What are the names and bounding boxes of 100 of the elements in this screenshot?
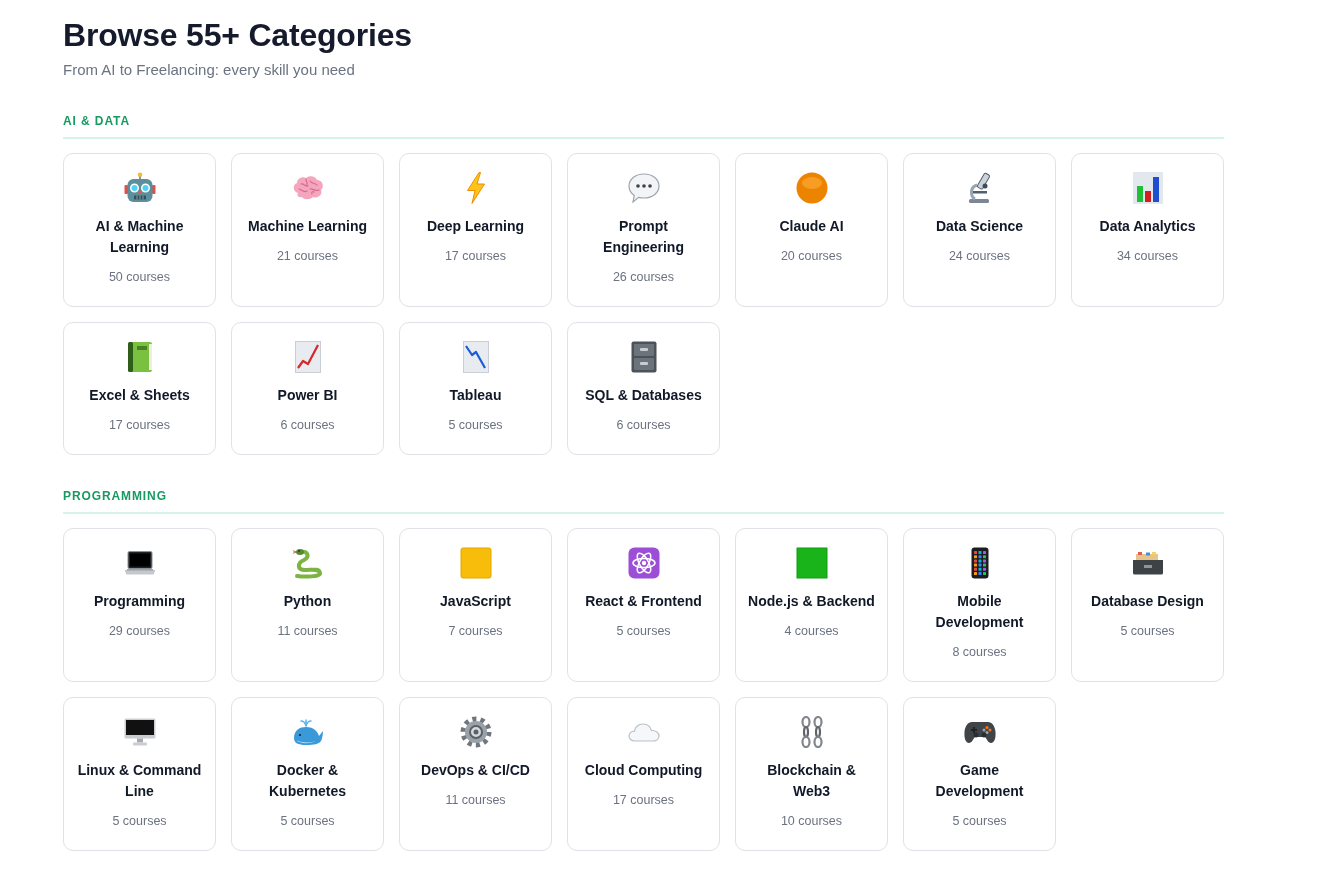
category-title: Tableau — [449, 386, 502, 405]
course-count: 5 courses — [1120, 623, 1175, 640]
course-count: 8 courses — [952, 644, 1007, 661]
snake-icon — [291, 547, 324, 579]
category-title: Data Science — [935, 217, 1024, 236]
square-icon — [795, 547, 828, 579]
category-card[interactable]: React & Frontend 5 courses — [567, 528, 720, 682]
category-title: Deep Learning — [426, 217, 525, 236]
section-heading: PROGRAMMING — [63, 488, 167, 504]
category-title: Data Analytics — [1099, 217, 1196, 236]
category-title: Excel & Sheets — [89, 386, 190, 405]
cloud-icon — [627, 722, 660, 742]
laptop-icon — [123, 551, 156, 575]
category-card[interactable]: AI & Machine Learning 50 courses — [63, 153, 216, 307]
microscope-icon — [966, 172, 993, 204]
category-title: Mobile Development — [934, 592, 1025, 632]
gamepad-icon — [963, 720, 996, 744]
category-title: Cloud Computing — [584, 761, 703, 780]
section-heading: AI & DATA — [63, 113, 130, 129]
category-title: Machine Learning — [248, 217, 367, 236]
monitor-icon — [123, 718, 156, 746]
category-title: Prompt Engineering — [602, 217, 685, 257]
atom-icon — [627, 547, 660, 579]
category-card[interactable]: DevOps & CI/CD 11 courses — [399, 697, 552, 851]
course-count: 17 courses — [612, 792, 675, 809]
category-card[interactable]: Game Development 5 courses — [903, 697, 1056, 851]
square-icon — [459, 547, 492, 579]
category-card[interactable]: Programming 29 courses — [63, 528, 216, 682]
bar-chart-icon — [1132, 172, 1163, 204]
robot-icon — [123, 172, 156, 204]
category-card[interactable]: Prompt Engineering 26 courses — [567, 153, 720, 307]
category-card[interactable]: Python 11 courses — [231, 528, 384, 682]
brain-icon — [291, 175, 324, 201]
category-card[interactable]: Database Design 5 courses — [1071, 528, 1224, 682]
course-count: 5 courses — [616, 623, 671, 640]
course-count: 11 courses — [445, 792, 506, 809]
course-count: 10 courses — [780, 813, 843, 830]
circle-icon — [795, 172, 828, 204]
category-card[interactable]: Machine Learning 21 courses — [231, 153, 384, 307]
category-card[interactable]: Docker & Kubernetes 5 courses — [231, 697, 384, 851]
category-title: React & Frontend — [585, 592, 702, 611]
course-count: 20 courses — [780, 248, 843, 265]
category-title: Blockchain & Web3 — [766, 761, 857, 801]
category-card[interactable]: Claude AI 20 courses — [735, 153, 888, 307]
course-count: 5 courses — [448, 417, 503, 434]
category-card[interactable]: Linux & Command Line 5 courses — [63, 697, 216, 851]
category-card[interactable]: Data Science 24 courses — [903, 153, 1056, 307]
course-count: 26 courses — [612, 269, 675, 286]
category-card[interactable]: Mobile Development 8 courses — [903, 528, 1056, 682]
speech-bubble-icon — [627, 173, 660, 203]
category-card[interactable]: SQL & Databases 6 courses — [567, 322, 720, 455]
course-count: 17 courses — [444, 248, 507, 265]
rising-chart-icon — [294, 341, 321, 373]
course-count: 21 courses — [276, 248, 339, 265]
category-card[interactable]: Deep Learning 17 courses — [399, 153, 552, 307]
file-cabinet-icon — [630, 341, 657, 373]
file-box-icon — [1131, 551, 1164, 575]
course-count: 5 courses — [952, 813, 1007, 830]
category-title: Node.js & Backend — [748, 592, 875, 611]
course-count: 7 courses — [448, 623, 503, 640]
whale-icon — [291, 718, 324, 746]
chain-icon — [799, 716, 824, 748]
course-count: 50 courses — [108, 269, 171, 286]
gear-icon — [459, 716, 492, 748]
course-count: 34 courses — [1116, 248, 1179, 265]
category-title: Programming — [94, 592, 185, 611]
page-title: Browse 55+ Categories — [63, 16, 412, 54]
lightning-icon — [465, 172, 486, 204]
category-title: Python — [283, 592, 332, 611]
course-count: 29 courses — [108, 623, 171, 640]
course-count: 11 courses — [277, 623, 338, 640]
category-title: AI & Machine Learning — [94, 217, 185, 257]
course-count: 6 courses — [616, 417, 671, 434]
category-card[interactable]: Data Analytics 34 courses — [1071, 153, 1224, 307]
course-count: 6 courses — [280, 417, 335, 434]
category-card[interactable]: Tableau 5 courses — [399, 322, 552, 455]
category-card[interactable]: Excel & Sheets 17 courses — [63, 322, 216, 455]
category-title: JavaScript — [440, 592, 511, 611]
course-count: 17 courses — [108, 417, 171, 434]
category-title: SQL & Databases — [585, 386, 702, 405]
course-count: 5 courses — [112, 813, 167, 830]
category-title: DevOps & CI/CD — [421, 761, 530, 780]
category-card[interactable]: Power BI 6 courses — [231, 322, 384, 455]
category-title: Linux & Command Line — [76, 761, 203, 801]
course-count: 24 courses — [948, 248, 1011, 265]
category-card[interactable]: Blockchain & Web3 10 courses — [735, 697, 888, 851]
category-title: Power BI — [277, 386, 338, 405]
phone-icon — [970, 547, 989, 579]
course-count: 4 courses — [784, 623, 839, 640]
falling-chart-icon — [462, 341, 489, 373]
category-title: Database Design — [1091, 592, 1204, 611]
category-title: Docker & Kubernetes — [268, 761, 347, 801]
category-card[interactable]: Node.js & Backend 4 courses — [735, 528, 888, 682]
category-title: Game Development — [934, 761, 1025, 801]
category-card[interactable]: Cloud Computing 17 courses — [567, 697, 720, 851]
category-title: Claude AI — [779, 217, 844, 236]
course-count: 5 courses — [280, 813, 335, 830]
page-subtitle: From AI to Freelancing: every skill you need — [63, 60, 355, 80]
category-card[interactable]: JavaScript 7 courses — [399, 528, 552, 682]
book-icon — [126, 341, 153, 373]
